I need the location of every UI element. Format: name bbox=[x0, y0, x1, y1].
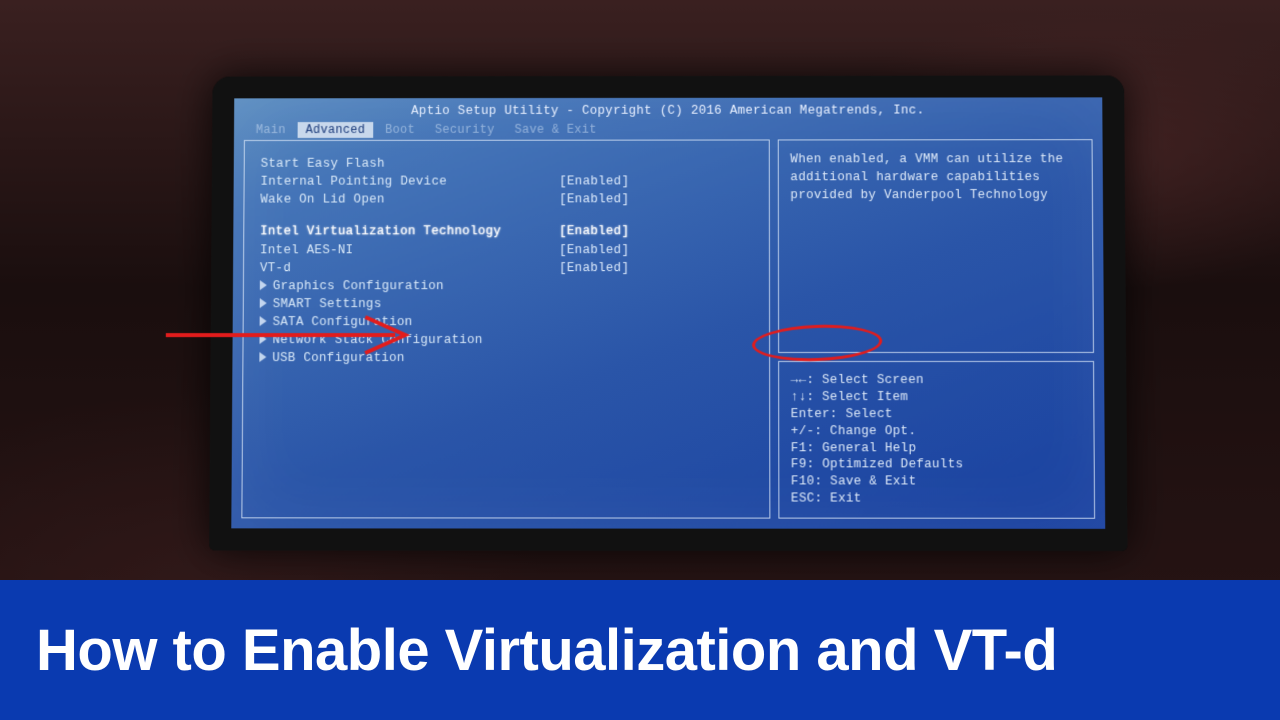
hint-f9: F9: Optimized Defaults bbox=[791, 457, 1082, 474]
submenu-arrow-icon bbox=[260, 298, 267, 308]
submenu-sata-configuration[interactable]: SATA Configuration bbox=[260, 313, 753, 331]
submenu-network-stack-configuration[interactable]: Network Stack Configuration bbox=[259, 331, 752, 349]
setting-label: Wake On Lid Open bbox=[260, 191, 559, 209]
submenu-arrow-icon bbox=[260, 316, 267, 326]
hint-enter: Enter: Select bbox=[791, 406, 1082, 423]
setting-value: [Enabled] bbox=[559, 241, 629, 259]
tab-security[interactable]: Security bbox=[427, 122, 503, 138]
submenu-label: USB Configuration bbox=[259, 349, 559, 367]
submenu-label: SATA Configuration bbox=[260, 313, 559, 331]
hint-select-screen: →←: Select Screen bbox=[791, 372, 1081, 389]
tab-boot[interactable]: Boot bbox=[377, 122, 423, 138]
setting-value: [Enabled] bbox=[559, 259, 629, 277]
hint-select-item: ↑↓: Select Item bbox=[791, 389, 1081, 406]
submenu-label: Network Stack Configuration bbox=[259, 331, 559, 349]
title-banner: How to Enable Virtualization and VT-d bbox=[0, 580, 1280, 720]
tab-save-exit[interactable]: Save & Exit bbox=[507, 122, 605, 138]
setting-start-easy-flash[interactable]: Start Easy Flash bbox=[261, 154, 753, 172]
settings-panel: Start Easy Flash Internal Pointing Devic… bbox=[241, 139, 770, 518]
submenu-label: SMART Settings bbox=[260, 295, 559, 313]
setting-vt-d[interactable]: VT-d [Enabled] bbox=[260, 259, 753, 277]
bios-tab-bar: Main Advanced Boot Security Save & Exit bbox=[234, 121, 1103, 138]
tab-advanced[interactable]: Advanced bbox=[298, 122, 374, 138]
submenu-smart-settings[interactable]: SMART Settings bbox=[260, 295, 753, 313]
setting-label: Internal Pointing Device bbox=[260, 173, 559, 191]
setting-value: [Enabled] bbox=[559, 191, 629, 209]
setting-wake-on-lid-open[interactable]: Wake On Lid Open [Enabled] bbox=[260, 190, 752, 208]
hint-f1: F1: General Help bbox=[791, 440, 1082, 457]
submenu-arrow-icon bbox=[259, 352, 266, 362]
submenu-usb-configuration[interactable]: USB Configuration bbox=[259, 349, 752, 367]
submenu-arrow-icon bbox=[259, 334, 266, 344]
tab-main[interactable]: Main bbox=[248, 122, 294, 138]
setting-value: [Enabled] bbox=[559, 223, 629, 241]
right-column: When enabled, a VMM can utilize the addi… bbox=[777, 139, 1095, 519]
laptop-frame: Aptio Setup Utility - Copyright (C) 2016… bbox=[209, 75, 1127, 551]
title-banner-text: How to Enable Virtualization and VT-d bbox=[36, 617, 1057, 684]
bios-panels: Start Easy Flash Internal Pointing Devic… bbox=[231, 139, 1105, 525]
hint-f10: F10: Save & Exit bbox=[791, 474, 1082, 491]
submenu-arrow-icon bbox=[260, 280, 267, 290]
setting-label: VT-d bbox=[260, 259, 559, 277]
setting-internal-pointing-device[interactable]: Internal Pointing Device [Enabled] bbox=[260, 172, 752, 190]
bios-screen: Aptio Setup Utility - Copyright (C) 2016… bbox=[231, 97, 1105, 528]
submenu-label: Graphics Configuration bbox=[260, 277, 559, 295]
hint-change-opt: +/-: Change Opt. bbox=[791, 423, 1082, 440]
setting-value: [Enabled] bbox=[559, 173, 629, 191]
setting-intel-virtualization[interactable]: Intel Virtualization Technology [Enabled… bbox=[260, 223, 752, 241]
setting-label: Intel Virtualization Technology bbox=[260, 223, 559, 241]
key-hints-panel: →←: Select Screen ↑↓: Select Item Enter:… bbox=[778, 361, 1095, 519]
help-panel: When enabled, a VMM can utilize the addi… bbox=[777, 139, 1094, 353]
bios-title: Aptio Setup Utility - Copyright (C) 2016… bbox=[234, 97, 1102, 122]
setting-label: Start Easy Flash bbox=[261, 155, 560, 173]
setting-intel-aes-ni[interactable]: Intel AES-NI [Enabled] bbox=[260, 241, 753, 259]
hint-esc: ESC: Exit bbox=[791, 491, 1082, 508]
setting-label: Intel AES-NI bbox=[260, 241, 559, 259]
submenu-graphics-configuration[interactable]: Graphics Configuration bbox=[260, 277, 753, 295]
